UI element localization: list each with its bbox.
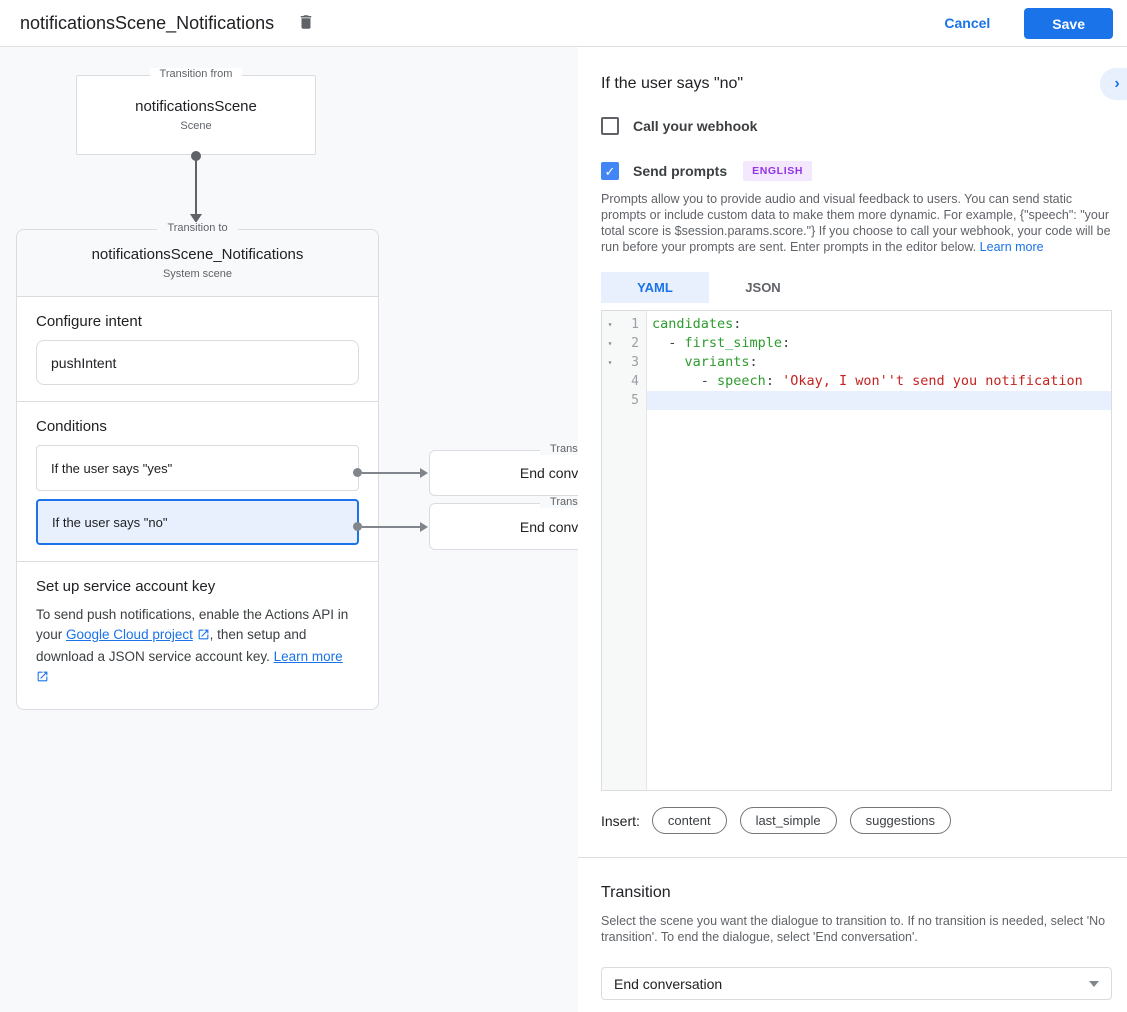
delete-scene-button[interactable]: [292, 9, 320, 37]
transition-to-card: Transition to notificationsScene_Notific…: [16, 229, 379, 710]
tab-yaml[interactable]: YAML: [601, 272, 709, 303]
editor-gutter: ▾1▾2▾345: [602, 311, 647, 790]
from-scene-type: Scene: [180, 120, 211, 132]
prompt-code-editor[interactable]: ▾1▾2▾345 candidates: - first_simple: var…: [601, 310, 1112, 791]
cancel-button[interactable]: Cancel: [928, 7, 1006, 39]
insert-content-pill[interactable]: content: [652, 807, 727, 834]
section-divider: [578, 857, 1127, 858]
end-node-label: End conversation: [520, 465, 578, 481]
condition-item-no[interactable]: If the user says "no": [36, 499, 359, 545]
call-webhook-row[interactable]: Call your webhook: [601, 117, 757, 135]
scene-type: System scene: [163, 268, 232, 280]
insert-label: Insert:: [601, 813, 640, 829]
code-line[interactable]: variants:: [647, 353, 1111, 372]
transition-select[interactable]: End conversation: [601, 967, 1112, 1000]
service-account-text: To send push notifications, enable the A…: [36, 605, 359, 689]
insert-last-simple-pill[interactable]: last_simple: [740, 807, 837, 834]
line-number: 5: [618, 393, 646, 408]
dropdown-caret-icon: [1089, 981, 1099, 987]
open-in-new-icon: [197, 627, 210, 647]
service-account-section: Set up service account key To send push …: [17, 562, 378, 705]
gutter-row: ▾1: [602, 315, 646, 334]
send-prompts-label: Send prompts: [633, 163, 727, 179]
chevron-right-icon: ›: [1114, 75, 1119, 92]
service-account-heading: Set up service account key: [36, 578, 359, 595]
scene-flow-panel: Transition from notificationsScene Scene…: [0, 47, 578, 1012]
line-number: 4: [618, 374, 646, 389]
prompts-description: Prompts allow you to provide audio and v…: [601, 191, 1120, 255]
gutter-row: 5: [602, 391, 646, 410]
condition-item-yes[interactable]: If the user says "yes": [36, 445, 359, 491]
scene-card-header[interactable]: Transition to notificationsScene_Notific…: [17, 230, 378, 297]
end-node-legend: Transition: [430, 496, 578, 508]
insert-suggestions-pill[interactable]: suggestions: [850, 807, 951, 834]
code-line-active[interactable]: [647, 391, 1111, 410]
connector-arrowhead: [190, 214, 202, 223]
condition-no-arrowhead: [420, 522, 428, 532]
collapse-panel-button[interactable]: ›: [1100, 68, 1127, 100]
transition-description: Select the scene you want the dialogue t…: [601, 913, 1120, 945]
end-node-label: End conversation: [520, 519, 578, 535]
gutter-row: 4: [602, 372, 646, 391]
transition-from-node[interactable]: Transition from notificationsScene Scene: [76, 75, 316, 155]
gutter-row: ▾2: [602, 334, 646, 353]
transition-to-legend: Transition to: [17, 222, 378, 234]
call-webhook-label: Call your webhook: [633, 118, 757, 134]
configure-intent-section: Configure intent pushIntent: [17, 297, 378, 402]
code-line[interactable]: - first_simple:: [647, 334, 1111, 353]
tab-json[interactable]: JSON: [709, 272, 817, 303]
gutter-row: ▾3: [602, 353, 646, 372]
scene-name: notificationsScene_Notifications: [92, 246, 304, 263]
fold-arrow-icon[interactable]: ▾: [602, 339, 618, 348]
condition-detail-panel: If the user says "no" › Call your webhoo…: [578, 47, 1127, 1012]
checkmark-icon: ✓: [605, 164, 616, 179]
condition-yes-port: [353, 468, 362, 477]
save-button[interactable]: Save: [1024, 8, 1113, 39]
end-node-legend: Transition: [430, 443, 578, 455]
page-title: notificationsScene_Notifications: [20, 13, 274, 34]
language-badge: ENGLISH: [743, 161, 812, 181]
code-line[interactable]: - speech: 'Okay, I won''t send you notif…: [647, 372, 1111, 391]
transition-heading: Transition: [601, 884, 671, 902]
prompts-learn-more-link[interactable]: Learn more: [980, 240, 1044, 254]
call-webhook-checkbox[interactable]: [601, 117, 619, 135]
configure-intent-heading: Configure intent: [36, 313, 359, 330]
learn-more-link[interactable]: Learn more: [274, 649, 343, 664]
end-conversation-node-yes[interactable]: Transition End conversation: [429, 450, 578, 496]
from-scene-name: notificationsScene: [135, 98, 257, 115]
line-number: 3: [618, 355, 646, 370]
trash-icon: [297, 12, 315, 35]
insert-row: Insert: content last_simple suggestions: [601, 807, 964, 834]
send-prompts-row[interactable]: ✓ Send prompts ENGLISH: [601, 161, 812, 181]
condition-no-port: [353, 522, 362, 531]
top-bar: notificationsScene_Notifications Cancel …: [0, 0, 1127, 47]
transition-select-value: End conversation: [614, 976, 722, 992]
intent-item[interactable]: pushIntent: [36, 340, 359, 385]
end-conversation-node-no[interactable]: Transition End conversation: [429, 503, 578, 550]
detail-title: If the user says "no": [601, 75, 743, 93]
google-cloud-project-link[interactable]: Google Cloud project: [66, 627, 193, 642]
line-number: 2: [618, 336, 646, 351]
editor-format-tabs: YAML JSON: [601, 272, 817, 303]
fold-arrow-icon[interactable]: ▾: [602, 320, 618, 329]
condition-yes-arrowhead: [420, 468, 428, 478]
conditions-section: Conditions If the user says "yes" If the…: [17, 402, 378, 562]
connector-line: [195, 157, 197, 215]
condition-yes-connector: [362, 472, 420, 474]
fold-arrow-icon[interactable]: ▾: [602, 358, 618, 367]
open-in-new-icon: [36, 669, 49, 689]
transition-from-legend: Transition from: [77, 68, 315, 80]
line-number: 1: [618, 317, 646, 332]
conditions-heading: Conditions: [36, 418, 359, 435]
condition-no-connector: [362, 526, 420, 528]
editor-code[interactable]: candidates: - first_simple: variants: - …: [647, 311, 1111, 790]
code-line[interactable]: candidates:: [647, 315, 1111, 334]
send-prompts-checkbox[interactable]: ✓: [601, 162, 619, 180]
